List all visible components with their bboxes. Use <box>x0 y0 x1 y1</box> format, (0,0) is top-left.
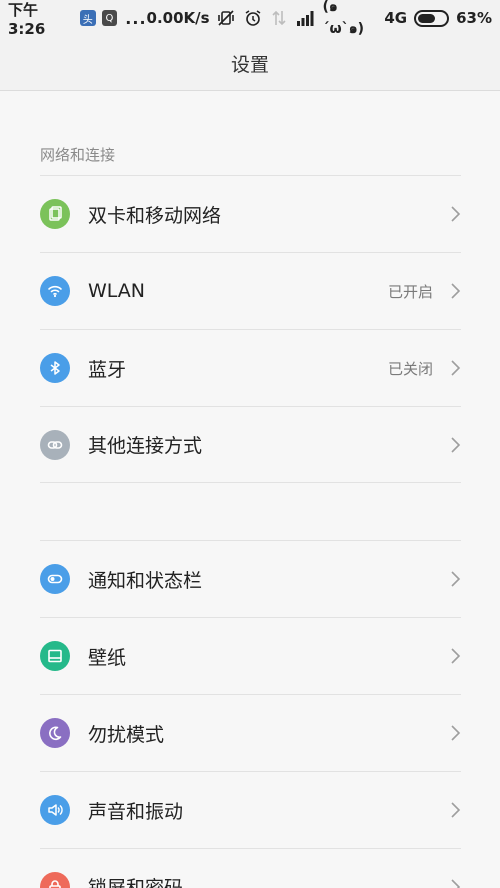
battery-level-fill <box>418 13 436 23</box>
settings-item-label: 蓝牙 <box>88 358 127 381</box>
more-notifications-indicator: ... <box>125 8 147 28</box>
network-face-indicator: (๑´ω`๑) <box>322 0 364 37</box>
link-icon <box>40 429 70 460</box>
wifi-icon <box>40 276 70 306</box>
signal-icon <box>296 8 316 28</box>
chevron-right-icon <box>451 283 461 299</box>
wlan-status: 已开启 <box>387 282 433 301</box>
title-bar: 设置 <box>0 36 500 91</box>
app-notification-icon-2: Q <box>101 10 118 26</box>
chevron-right-icon <box>451 206 461 222</box>
vibrate-off-icon <box>217 8 236 28</box>
battery-icon <box>414 9 450 27</box>
chevron-right-icon <box>451 802 461 818</box>
network-settings-list: 双卡和移动网络 WLAN 已开启 蓝牙 已关闭 其他连接方式 <box>40 175 461 483</box>
chevron-right-icon <box>451 878 461 888</box>
settings-item-notifications[interactable]: 通知和状态栏 <box>40 540 461 617</box>
data-arrows-icon <box>269 8 288 28</box>
settings-item-label: WLAN <box>88 280 146 302</box>
chevron-right-icon <box>451 436 461 453</box>
chevron-right-icon <box>451 648 461 664</box>
settings-item-label: 壁纸 <box>88 646 127 669</box>
status-time: 下午3:26 <box>8 0 46 38</box>
settings-item-label: 锁屏和密码 <box>88 877 184 888</box>
settings-item-label: 双卡和移动网络 <box>88 204 222 227</box>
status-bar: 下午3:26 头 Q ... 0.00K/s (๑´ω`๑) 4G 63% <box>0 0 500 38</box>
page-title: 设置 <box>230 53 269 76</box>
personal-settings-list: 通知和状态栏 壁纸 勿扰模式 声音和振动 锁屏和密码 <box>40 540 461 888</box>
settings-item-label: 声音和振动 <box>88 800 184 823</box>
alarm-icon <box>243 8 262 28</box>
sim-card-icon <box>40 199 70 229</box>
app-notification-icon: 头 <box>79 10 96 26</box>
network-speed: 0.00K/s <box>146 9 210 27</box>
settings-item-do-not-disturb[interactable]: 勿扰模式 <box>40 694 461 771</box>
section-label-network: 网络和连接 <box>40 146 116 164</box>
settings-item-dual-sim[interactable]: 双卡和移动网络 <box>40 175 461 252</box>
settings-item-wlan[interactable]: WLAN 已开启 <box>40 252 461 329</box>
settings-item-label: 通知和状态栏 <box>88 569 203 592</box>
wallpaper-icon <box>40 641 70 671</box>
settings-item-label: 勿扰模式 <box>88 723 165 746</box>
settings-item-wallpaper[interactable]: 壁纸 <box>40 617 461 694</box>
bluetooth-icon <box>40 353 70 383</box>
settings-item-other-connections[interactable]: 其他连接方式 <box>40 406 461 483</box>
settings-item-bluetooth[interactable]: 蓝牙 已关闭 <box>40 329 461 406</box>
settings-content: 网络和连接 双卡和移动网络 WLAN 已开启 蓝牙 已关闭 其他连接方式 通知和… <box>0 91 500 888</box>
bluetooth-status: 已关闭 <box>387 359 433 378</box>
battery-percent: 63% <box>456 9 493 27</box>
settings-item-lock-screen[interactable]: 锁屏和密码 <box>40 848 461 888</box>
speaker-icon <box>40 795 70 825</box>
chevron-right-icon <box>451 571 461 587</box>
settings-item-label: 其他连接方式 <box>88 435 203 457</box>
settings-item-sound-vibration[interactable]: 声音和振动 <box>40 771 461 848</box>
chevron-right-icon <box>451 725 461 741</box>
network-type: 4G <box>384 9 408 27</box>
lock-icon <box>40 871 70 888</box>
toggle-icon <box>40 564 70 594</box>
moon-icon <box>40 718 70 748</box>
chevron-right-icon <box>451 360 461 376</box>
